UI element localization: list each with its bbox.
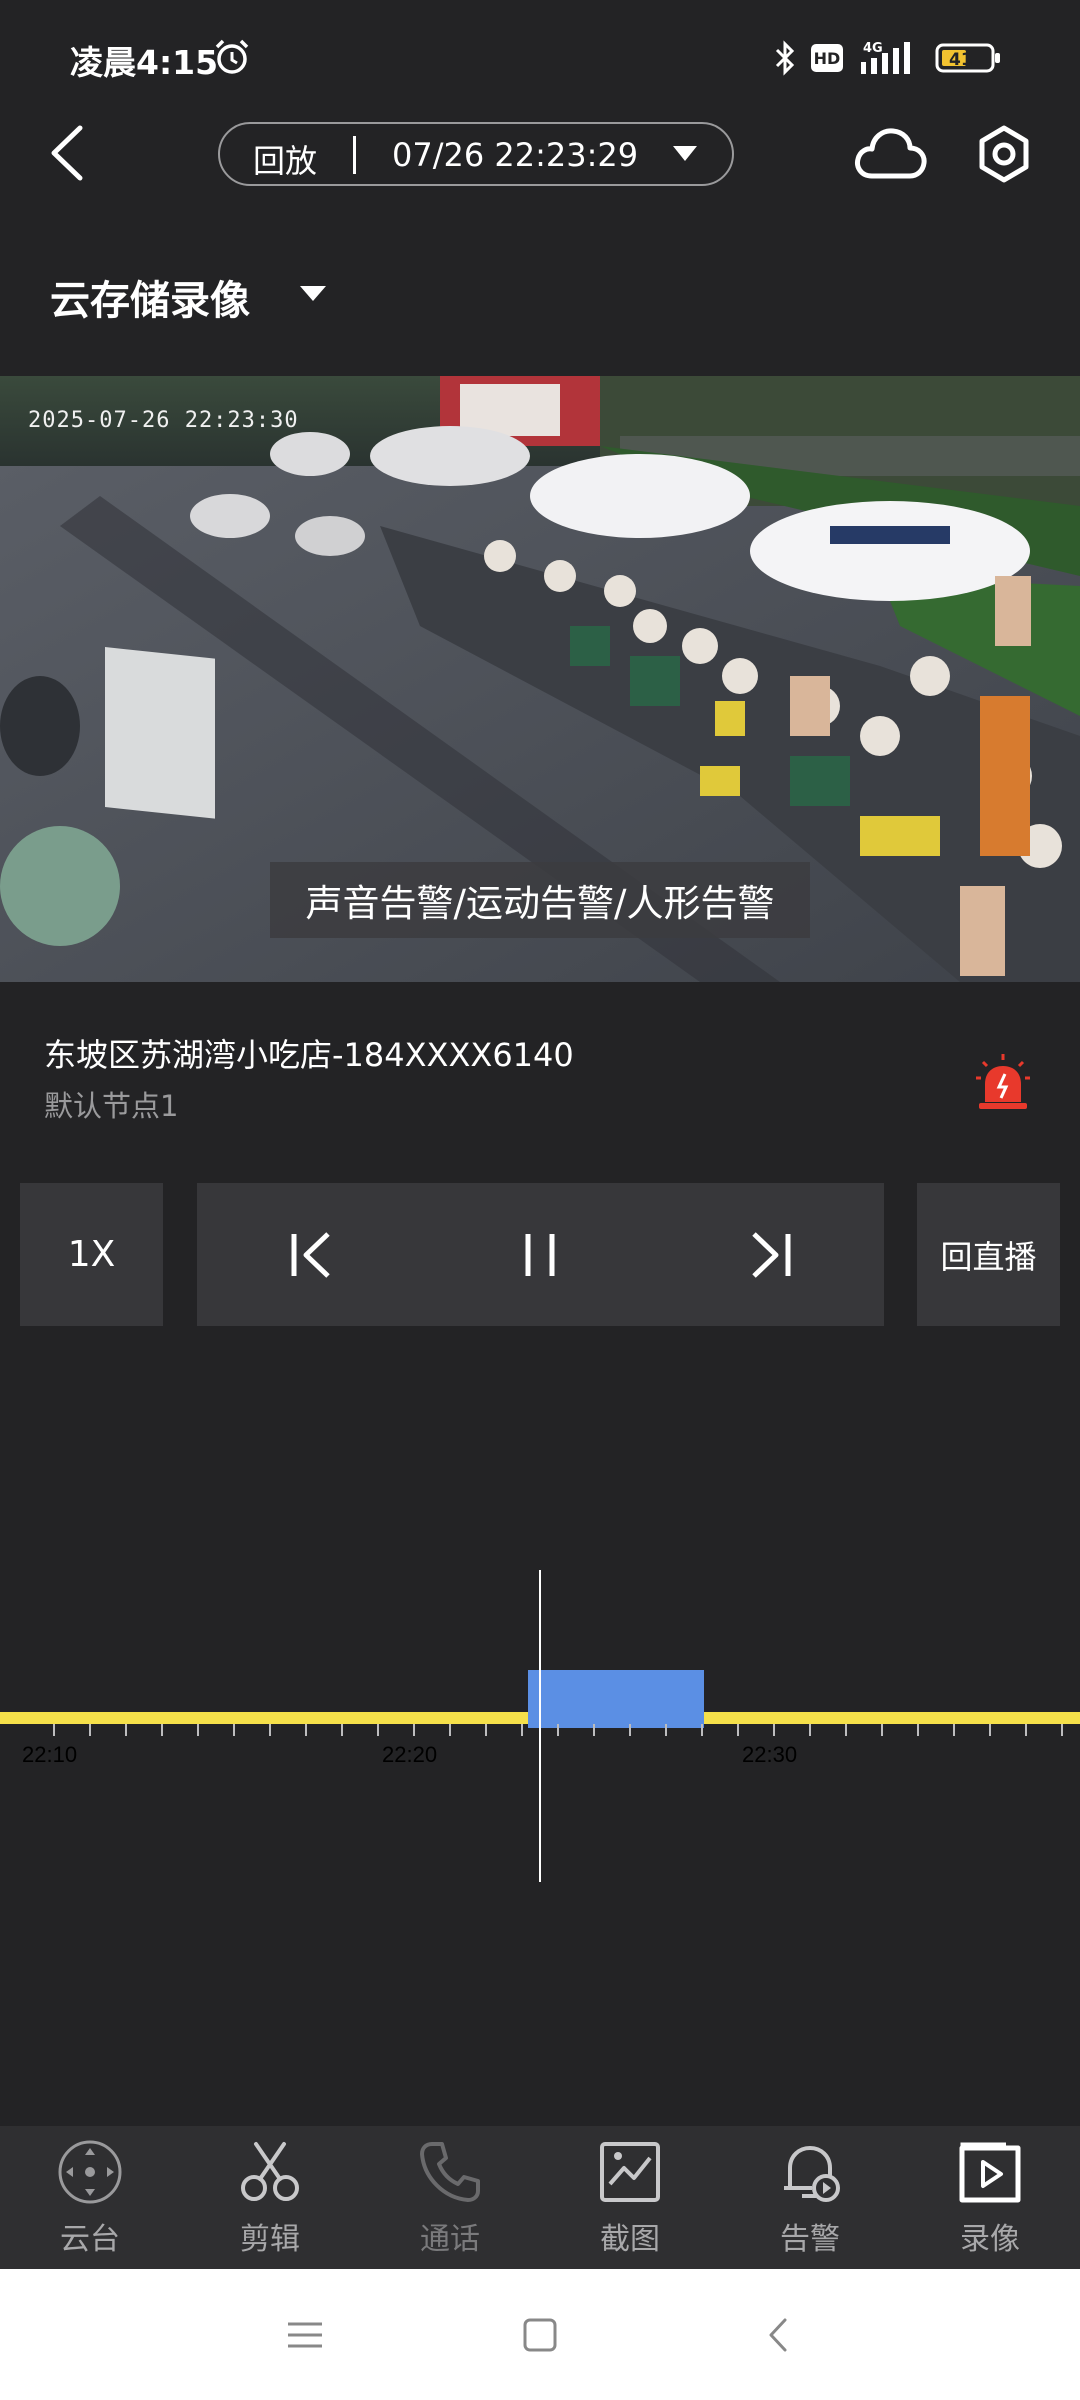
screenshot-icon: [600, 2142, 660, 2202]
siren-alarm-button[interactable]: [975, 1052, 1031, 1112]
settings-button[interactable]: [972, 120, 1036, 190]
home-icon[interactable]: [515, 2310, 565, 2360]
nav-screenshot[interactable]: 截图: [540, 2126, 720, 2269]
system-back-icon[interactable]: [755, 2310, 805, 2360]
storage-type-label: 云存储录像: [50, 278, 250, 324]
nav-label: 剪辑: [240, 2222, 300, 2257]
next-segment-button[interactable]: [738, 1220, 802, 1290]
alert-types-banner: 声音告警/运动告警/人形告警: [270, 862, 810, 938]
previous-segment-button[interactable]: [280, 1220, 344, 1290]
nav-talk[interactable]: 通话: [360, 2126, 540, 2269]
cloud-button[interactable]: [852, 120, 928, 190]
playback-date-selector[interactable]: 回放 07/26 22:23:29: [218, 122, 734, 186]
device-node: 默认节点1: [44, 1089, 179, 1123]
caret-down-icon: [300, 286, 326, 301]
playback-timeline[interactable]: 22:10 22:20 22:30: [0, 1560, 1080, 1900]
nav-label: 告警: [780, 2222, 840, 2257]
pill-divider: [353, 136, 356, 174]
nav-label: 云台: [60, 2222, 120, 2257]
bottom-toolbar: 云台 剪辑 通话 截图 告警 录像: [0, 2126, 1080, 2269]
playback-datetime: 07/26 22:23:29: [392, 136, 639, 174]
tick-label: 22:20: [382, 1742, 437, 1767]
alarm-clock-icon: [215, 39, 249, 74]
ptz-icon: [58, 2140, 122, 2204]
battery-icon: 41: [935, 43, 1000, 73]
scissors-icon: [241, 2142, 299, 2201]
battery-level-text: 41: [949, 50, 973, 70]
playback-speed-button[interactable]: 1X: [20, 1183, 163, 1326]
video-timestamp-overlay: 2025-07-26 22:23:30: [28, 408, 299, 433]
recording-segment: [528, 1670, 704, 1728]
caret-down-icon: [673, 146, 697, 161]
back-to-live-button[interactable]: 回直播: [917, 1183, 1060, 1326]
back-button[interactable]: [40, 118, 100, 188]
bluetooth-icon: [775, 40, 795, 76]
hd-icon: HD: [811, 44, 843, 72]
nav-alarm[interactable]: 告警: [720, 2126, 900, 2269]
menu-icon[interactable]: [280, 2310, 330, 2360]
tick-label: 22:10: [22, 1742, 77, 1767]
storage-type-dropdown[interactable]: 云存储录像: [50, 264, 350, 326]
alert-types-text: 声音告警/运动告警/人形告警: [305, 882, 775, 925]
network-type-text: 4G: [863, 41, 883, 56]
nav-clip[interactable]: 剪辑: [180, 2126, 360, 2269]
device-name: 东坡区苏湖湾小吃店-184XXXX6140: [44, 1036, 574, 1074]
nav-label: 截图: [600, 2222, 660, 2257]
timeline-ticks: [53, 1724, 1063, 1736]
playback-mode-label: 回放: [253, 142, 318, 180]
status-time: 凌晨4:15: [70, 43, 219, 82]
nav-ptz[interactable]: 云台: [0, 2126, 180, 2269]
nav-recording[interactable]: 录像: [900, 2126, 1080, 2269]
phone-icon: [420, 2142, 480, 2202]
pause-button[interactable]: [510, 1220, 570, 1290]
alarm-bell-icon: [784, 2145, 840, 2202]
signal-icon: 4G: [861, 41, 910, 74]
record-video-icon: [959, 2142, 1021, 2203]
tick-label: 22:30: [742, 1742, 797, 1767]
nav-label: 录像: [960, 2222, 1020, 2257]
nav-label: 通话: [420, 2222, 480, 2257]
